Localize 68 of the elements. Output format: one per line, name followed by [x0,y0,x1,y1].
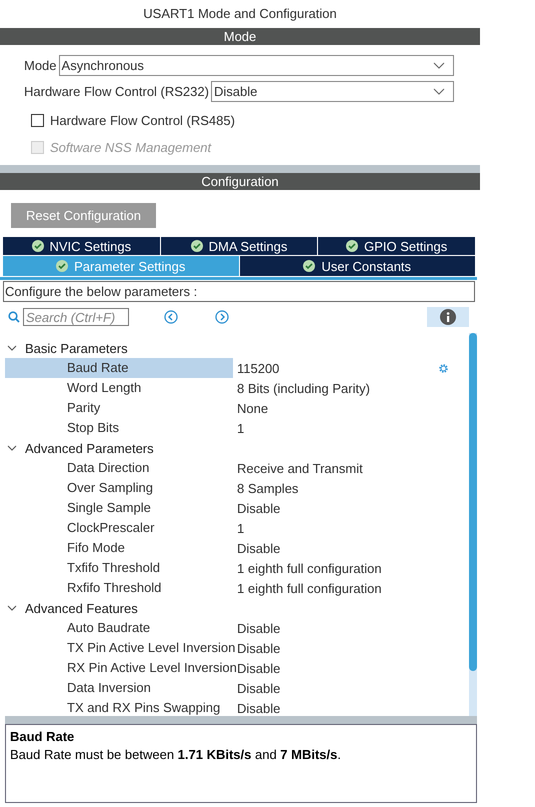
chevron-icon [7,603,17,613]
scrollbar-thumb[interactable] [469,333,477,671]
section-header: Mode [0,28,480,45]
window-title: USART1 Mode and Configuration [142,5,338,23]
tree-group[interactable]: Advanced Features [5,598,465,618]
parameter-name[interactable]: Fifo Mode [5,538,233,558]
description-title: Baud Rate [10,729,76,744]
chevron-icon [7,343,17,353]
search-icon [8,311,20,323]
check-circle-icon [56,260,68,272]
parameter-value: None [236,400,268,416]
description-text: Baud Rate must be between 1.71 KBits/s and 7 MBits/s. [10,747,342,762]
parameter-name[interactable]: TX Pin Active Level Inversion [5,638,233,658]
parameter-value: 115200 [236,360,280,376]
parameter-name[interactable]: Baud Rate [5,358,233,378]
parameter-name[interactable]: Data Direction [5,458,233,478]
parameter-value: 8 Bits (including Parity) [236,380,370,396]
parameter-value: 1 eighth full configuration [236,560,382,576]
checkbox-label: Software NSS Management [50,140,212,155]
tab[interactable]: DMA Settings [160,237,318,255]
parameter-value: Disable [236,680,280,696]
parameter-name[interactable]: Data Inversion [5,678,233,698]
gear-icon[interactable] [438,362,449,374]
tab[interactable]: NVIC Settings [3,237,160,255]
dropdown[interactable]: Asynchronous [58,55,454,76]
info-button[interactable] [427,307,469,327]
tab[interactable]: GPIO Settings [318,237,476,255]
check-circle-icon [346,240,358,252]
parameter-value: 8 Samples [236,480,298,496]
parameter-value: Disable [236,620,280,636]
checkbox-label: Hardware Flow Control (RS485) [50,113,235,128]
caret-icon [433,88,445,95]
previous-icon[interactable] [164,310,178,324]
next-icon[interactable] [215,310,229,324]
parameter-value: Disable [236,540,280,556]
parameter-name[interactable]: Stop Bits [5,418,233,438]
parameter-value: Disable [236,500,280,516]
check-circle-icon [190,240,203,252]
parameter-name[interactable]: TX and RX Pins Swapping [5,698,233,716]
parameter-value: 1 [236,420,244,436]
checkbox[interactable] [31,114,44,127]
parameter-value: 1 [236,520,244,536]
search-field[interactable]: Search (Ctrl+F) [23,308,129,326]
parameter-name[interactable]: Parity [5,398,233,418]
field-label: Mode [24,58,57,73]
instruction-text: Configure the below parameters : [3,281,475,302]
parameter-name[interactable]: Txfifo Threshold [5,558,233,578]
parameter-name[interactable]: Word Length [5,378,233,398]
parameter-name[interactable]: Over Sampling [5,478,233,498]
dropdown[interactable]: Disable [210,81,454,102]
parameter-name[interactable]: Single Sample [5,498,233,518]
parameter-value: Disable [236,700,280,716]
parameter-value: Disable [236,640,280,656]
parameter-value: 1 eighth full configuration [236,580,382,596]
info-icon [440,309,456,325]
caret-icon [433,62,445,69]
check-circle-icon [32,240,44,252]
check-circle-icon [303,260,316,272]
chevron-icon [7,443,17,453]
tree-group[interactable]: Basic Parameters [5,338,465,358]
parameter-name[interactable]: ClockPrescaler [5,518,233,538]
parameter-name[interactable]: Auto Baudrate [5,618,233,638]
field-label: Hardware Flow Control (RS232) [24,84,209,99]
section-header: Configuration [0,173,480,190]
parameter-name[interactable]: Rxfifo Threshold [5,578,233,598]
parameter-value: Receive and Transmit [236,460,363,476]
tree-group[interactable]: Advanced Parameters [5,438,465,458]
tab[interactable]: User Constants [240,256,475,276]
